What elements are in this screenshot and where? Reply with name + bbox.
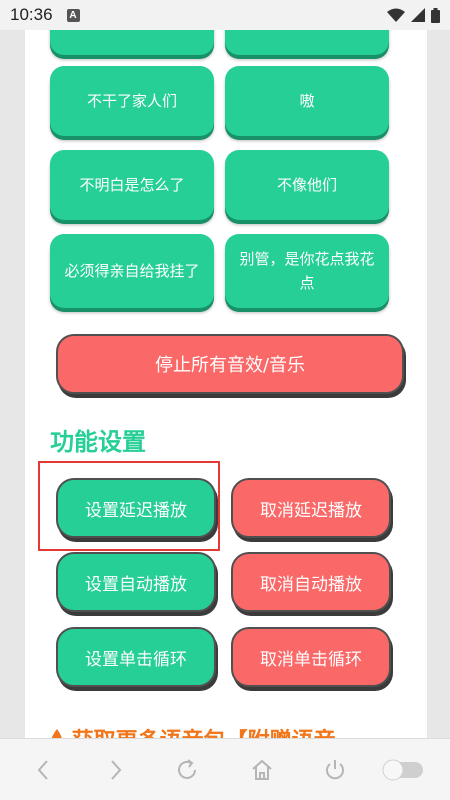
set-loop-label: 设置单击循环 bbox=[85, 649, 187, 670]
stop-all-label: 停止所有音效/音乐 bbox=[154, 355, 306, 376]
forward-button[interactable] bbox=[101, 755, 131, 785]
notification-icon: A bbox=[66, 8, 80, 22]
refresh-icon bbox=[178, 759, 196, 779]
sound-button[interactable]: 嗷 bbox=[225, 66, 389, 136]
page-frame-right bbox=[427, 30, 450, 738]
set-delay-label: 设置延迟播放 bbox=[85, 500, 187, 521]
set-delay-button[interactable]: 设置延迟播放 bbox=[56, 478, 216, 538]
set-auto-label: 设置自动播放 bbox=[85, 574, 187, 595]
home-icon bbox=[252, 759, 272, 780]
cancel-loop-button[interactable]: 取消单击循环 bbox=[231, 627, 391, 687]
set-auto-button[interactable]: 设置自动播放 bbox=[56, 552, 216, 612]
wifi-icon bbox=[387, 8, 405, 22]
status-time: 10:36 bbox=[10, 5, 53, 24]
sound-button[interactable]: 不明白是怎么了 bbox=[50, 150, 214, 220]
sound-button[interactable]: 必须得亲自给我挂了 bbox=[50, 234, 214, 308]
sound-button[interactable]: 不干了家人们 bbox=[50, 66, 214, 136]
page-frame-left bbox=[0, 30, 25, 738]
refresh-button[interactable] bbox=[172, 755, 202, 785]
battery-icon bbox=[431, 7, 440, 23]
sound-button[interactable]: 别管，是你花点我花点 bbox=[225, 234, 389, 308]
cancel-delay-label: 取消延迟播放 bbox=[260, 500, 362, 521]
cancel-auto-label: 取消自动播放 bbox=[260, 574, 362, 595]
promo-text: 获取更多语音包【附赠语音 bbox=[72, 729, 336, 738]
cancel-auto-button[interactable]: 取消自动播放 bbox=[231, 552, 391, 612]
sound-button[interactable] bbox=[225, 30, 389, 55]
sound-button-label: 嗷 bbox=[299, 92, 315, 110]
stop-all-button[interactable]: 停止所有音效/音乐 bbox=[56, 334, 404, 394]
main-content[interactable]: 不干了家人们 嗷 不明白是怎么了 不像他们 必须得亲自给我挂了 别管，是你花点我… bbox=[25, 30, 427, 738]
home-button[interactable] bbox=[247, 755, 277, 785]
sound-button-label: 不明白是怎么了 bbox=[79, 176, 185, 194]
sound-button-label: 不干了家人们 bbox=[86, 92, 177, 110]
power-icon bbox=[326, 760, 344, 780]
back-button[interactable] bbox=[28, 755, 58, 785]
power-button[interactable] bbox=[320, 755, 350, 785]
fire-icon bbox=[51, 729, 62, 738]
forward-icon bbox=[111, 760, 122, 780]
sound-button-label: 不像他们 bbox=[276, 176, 337, 194]
sound-button-label: 别管，是你花点我花点 bbox=[239, 250, 375, 292]
toggle-switch[interactable] bbox=[380, 755, 426, 785]
cancel-delay-button[interactable]: 取消延迟播放 bbox=[231, 478, 391, 538]
promo-link[interactable]: 获取更多语音包【附赠语音 bbox=[50, 723, 336, 738]
status-bar: 10:36 A bbox=[0, 0, 450, 30]
cancel-loop-label: 取消单击循环 bbox=[260, 649, 362, 670]
sound-button[interactable] bbox=[50, 30, 214, 55]
toggle-icon bbox=[382, 759, 423, 781]
signal-icon bbox=[411, 8, 425, 22]
section-title: 功能设置 bbox=[50, 428, 146, 456]
bottom-nav-bar bbox=[0, 738, 450, 800]
sound-button[interactable]: 不像他们 bbox=[225, 150, 389, 220]
back-icon bbox=[37, 760, 48, 780]
sound-button-label: 必须得亲自给我挂了 bbox=[64, 262, 200, 280]
set-loop-button[interactable]: 设置单击循环 bbox=[56, 627, 216, 687]
